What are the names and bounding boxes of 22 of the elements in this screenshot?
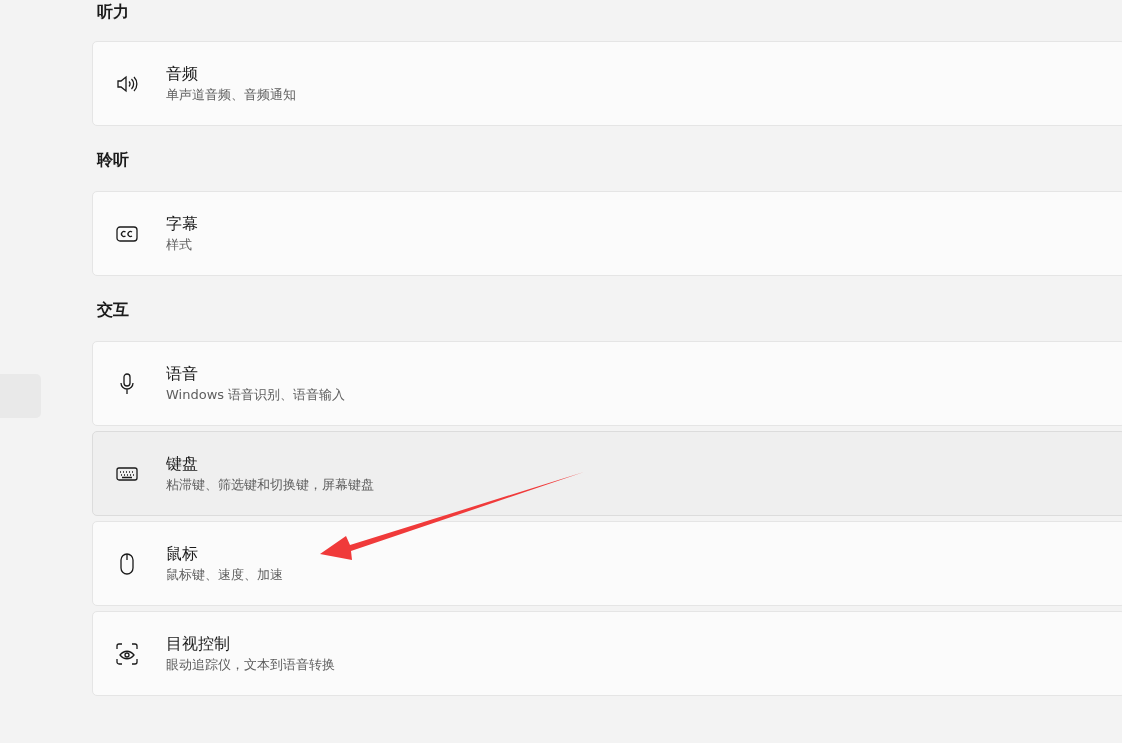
card-subtitle: 粘滞键、筛选键和切换键，屏幕键盘 — [166, 476, 374, 494]
card-title: 目视控制 — [166, 633, 231, 654]
settings-card[interactable]: 音频 单声道音频、音频通知 — [92, 41, 1122, 126]
card-title: 鼠标 — [166, 543, 199, 564]
section-heading: 听力 — [96, 1, 130, 23]
settings-card[interactable]: 语音 Windows 语音识别、语音输入 — [92, 341, 1122, 426]
card-subtitle: 单声道音频、音频通知 — [166, 86, 296, 104]
settings-card[interactable]: 键盘 粘滞键、筛选键和切换键，屏幕键盘 — [92, 431, 1122, 516]
eye-tracking-icon — [116, 642, 138, 665]
card-subtitle: 眼动追踪仪，文本到语音转换 — [166, 656, 335, 674]
settings-card[interactable]: 目视控制 眼动追踪仪，文本到语音转换 — [92, 611, 1122, 696]
settings-card[interactable]: 字幕 样式 — [92, 191, 1122, 276]
card-title: 字幕 — [166, 213, 198, 234]
card-title: 键盘 — [166, 453, 199, 474]
settings-card[interactable]: 鼠标 鼠标键、速度、加速 — [92, 521, 1122, 606]
card-title: 语音 — [166, 363, 199, 384]
card-subtitle: 样式 — [166, 236, 193, 254]
card-subtitle: Windows 语音识别、语音输入 — [166, 386, 346, 404]
section-heading: 聆听 — [95, 149, 130, 171]
card-subtitle: 鼠标键、速度、加速 — [166, 566, 283, 584]
section-heading: 交互 — [96, 299, 130, 321]
card-title: 音频 — [166, 63, 199, 84]
